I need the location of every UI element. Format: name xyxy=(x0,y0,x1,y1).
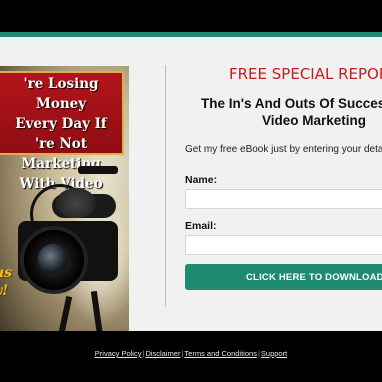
top-bar xyxy=(0,0,382,32)
report-subtitle: The In's And Outs Of Successful O xyxy=(201,96,382,111)
footer: Privacy Policy|Disclaimer|Terms and Cond… xyxy=(0,331,382,382)
microphone-windscreen xyxy=(56,188,96,218)
name-label: Name: xyxy=(185,174,218,186)
support-link[interactable]: Support xyxy=(261,349,287,358)
report-subtitle-line2: Video Marketing xyxy=(262,113,367,128)
ebook-cover-image: 're Losing Money Every Day If 're Not Ma… xyxy=(0,66,129,331)
email-input[interactable] xyxy=(185,235,382,255)
disclaimer-link[interactable]: Disclaimer xyxy=(145,349,180,358)
footer-links: Privacy Policy|Disclaimer|Terms and Cond… xyxy=(0,349,382,358)
cover-script-text: us y! xyxy=(0,265,13,299)
report-title: FREE SPECIAL REPORT xyxy=(229,65,382,83)
optin-panel: 're Losing Money Every Day If 're Not Ma… xyxy=(0,37,382,331)
name-input[interactable] xyxy=(185,189,382,209)
vertical-divider xyxy=(165,65,166,307)
camera-handle xyxy=(78,166,118,174)
camera-lens-glass xyxy=(38,244,68,274)
privacy-policy-link[interactable]: Privacy Policy xyxy=(95,349,142,358)
email-label: Email: xyxy=(185,220,217,232)
optin-form: FREE SPECIAL REPORT The In's And Outs Of… xyxy=(185,37,382,331)
cover-headline: 're Losing Money Every Day If 're Not Ma… xyxy=(15,76,107,192)
download-button[interactable]: CLICK HERE TO DOWNLOAD xyxy=(185,264,382,290)
footer-separator: | xyxy=(257,349,260,358)
form-intro-text: Get my free eBook just by entering your … xyxy=(185,144,382,155)
terms-link[interactable]: Terms and Conditions xyxy=(184,349,257,358)
